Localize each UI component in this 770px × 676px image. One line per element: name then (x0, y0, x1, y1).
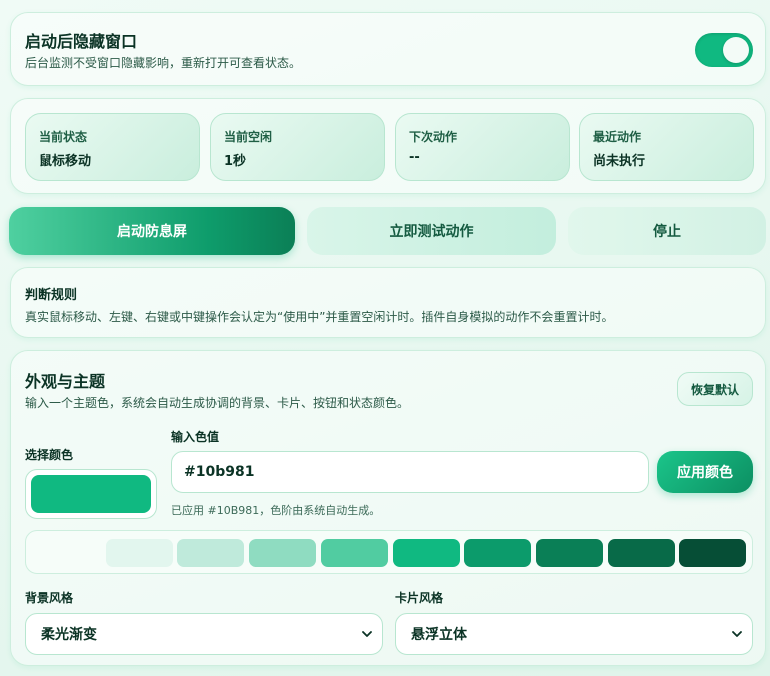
stat-label: 当前状态 (39, 130, 88, 144)
stat-value: 1秒 (224, 154, 247, 169)
palette-chip (34, 539, 104, 567)
bg-style-select[interactable]: 柔光渐变 (25, 613, 383, 655)
stat-label: 当前空闲 (224, 130, 273, 144)
chevron-down-icon (362, 631, 372, 637)
stat-value: 鼠标移动 (39, 154, 92, 169)
hide-window-card: 启动后隐藏窗口 后台监测不受窗口隐藏影响，重新打开可查看状态。 (10, 12, 766, 86)
card-style-select[interactable]: 悬浮立体 (395, 613, 753, 655)
color-picker[interactable] (25, 469, 157, 519)
stat-last-action: 最近动作 尚未执行 (579, 113, 754, 181)
rules-card: 判断规则 真实鼠标移动、左键、右键或中键操作会认定为“使用中”并重置空闲计时。插… (10, 267, 766, 338)
theme-card: 外观与主题 输入一个主题色，系统会自动生成协调的背景、卡片、按钮和状态颜色。 恢… (10, 350, 766, 666)
rules-body: 真实鼠标移动、左键、右键或中键操作会认定为“使用中”并重置空闲计时。插件自身模拟… (25, 310, 614, 324)
palette-chip (177, 539, 244, 567)
status-panel: 当前状态 鼠标移动 当前空闲 1秒 下次动作 -- 最近动作 尚未执行 (10, 98, 766, 194)
stat-value: -- (409, 150, 420, 165)
theme-title: 外观与主题 (25, 372, 106, 391)
stat-label: 下次动作 (409, 130, 458, 144)
palette-chip (393, 539, 460, 567)
hex-input-label: 输入色值 (171, 430, 220, 444)
chevron-down-icon (732, 631, 742, 637)
stat-value: 尚未执行 (593, 154, 646, 169)
palette-chip (464, 539, 531, 567)
hide-window-description: 后台监测不受窗口隐藏影响，重新打开可查看状态。 (25, 56, 302, 70)
rules-title: 判断规则 (25, 288, 78, 303)
card-style-label: 卡片风格 (395, 591, 444, 605)
bg-style-label: 背景风格 (25, 591, 74, 605)
stat-label: 最近动作 (593, 130, 642, 144)
pick-color-label: 选择颜色 (25, 448, 74, 462)
start-button[interactable]: 启动防息屏 (9, 207, 295, 255)
palette-chip (536, 539, 603, 567)
card-style-value: 悬浮立体 (411, 627, 467, 643)
hide-window-toggle[interactable] (695, 33, 753, 67)
palette-chip (249, 539, 316, 567)
toggle-knob (723, 37, 749, 63)
apply-hint: 已应用 #10B981，色阶由系统自动生成。 (171, 504, 381, 517)
palette-chip (608, 539, 675, 567)
stat-current-state: 当前状态 鼠标移动 (25, 113, 200, 181)
reset-default-button[interactable]: 恢复默认 (677, 372, 753, 406)
palette-chip (106, 539, 173, 567)
palette-chip (321, 539, 388, 567)
hex-color-input[interactable]: #10b981 (171, 451, 649, 493)
stop-button[interactable]: 停止 (568, 207, 766, 255)
apply-color-button[interactable]: 应用颜色 (657, 451, 753, 493)
hide-window-title: 启动后隐藏窗口 (25, 32, 138, 51)
test-action-button[interactable]: 立即测试动作 (307, 207, 556, 255)
stat-idle-time: 当前空闲 1秒 (210, 113, 385, 181)
theme-description: 输入一个主题色，系统会自动生成协调的背景、卡片、按钮和状态颜色。 (25, 396, 410, 410)
color-palette (25, 530, 753, 574)
palette-chip (679, 539, 746, 567)
bg-style-value: 柔光渐变 (41, 627, 97, 643)
stat-next-action: 下次动作 -- (395, 113, 570, 181)
color-swatch (31, 475, 151, 513)
